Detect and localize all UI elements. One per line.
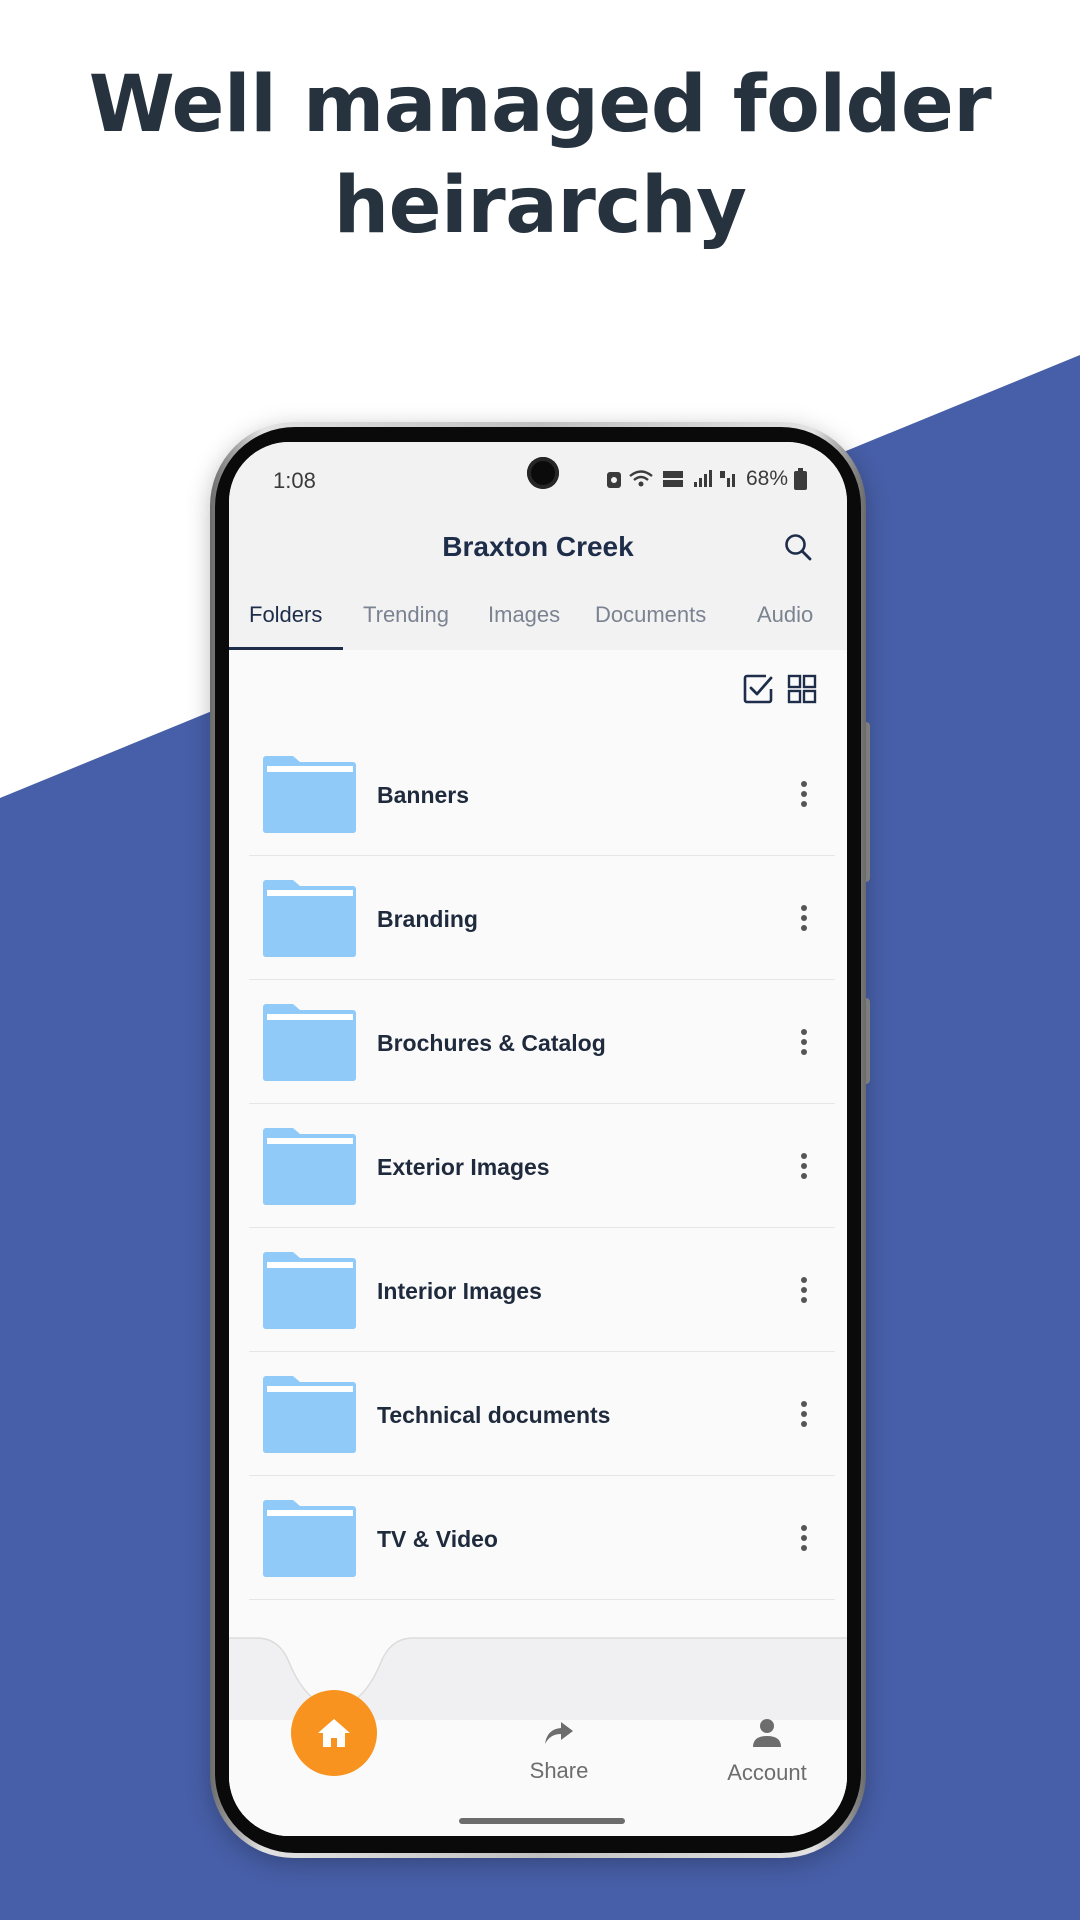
folder-icon bbox=[263, 1004, 356, 1081]
folder-row[interactable]: Brochures & Catalog bbox=[249, 980, 835, 1104]
folder-icon bbox=[263, 1128, 356, 1205]
folder-row[interactable]: Exterior Images bbox=[249, 1104, 835, 1228]
more-vertical-icon bbox=[801, 1401, 807, 1427]
search-button[interactable] bbox=[777, 526, 819, 568]
headline-line-2: heirarchy bbox=[333, 161, 747, 251]
folder-name: TV & Video bbox=[377, 1526, 498, 1552]
more-vertical-icon bbox=[801, 905, 807, 931]
tab-audio[interactable]: Audio bbox=[757, 602, 813, 628]
folder-icon bbox=[263, 1252, 356, 1329]
camera-icon bbox=[527, 457, 559, 489]
nav-share-label: Share bbox=[529, 1758, 589, 1783]
phone-screen: 1:08 68% Braxton Creek Folders Trending … bbox=[229, 442, 847, 1836]
nav-account[interactable]: Account bbox=[697, 1718, 837, 1786]
share-icon bbox=[545, 1722, 573, 1744]
folder-name: Exterior Images bbox=[377, 1154, 550, 1180]
more-options-button[interactable] bbox=[787, 1268, 821, 1312]
folder-icon bbox=[263, 756, 356, 833]
alarm-icon bbox=[606, 472, 621, 488]
more-options-button[interactable] bbox=[787, 896, 821, 940]
volte-icon bbox=[662, 471, 683, 487]
home-indicator bbox=[459, 1818, 625, 1824]
more-options-button[interactable] bbox=[787, 1144, 821, 1188]
battery-percent: 68% bbox=[745, 467, 788, 490]
tab-bar: Folders Trending Images Documents Audio bbox=[229, 590, 847, 650]
more-vertical-icon bbox=[801, 781, 807, 807]
view-tools bbox=[741, 672, 819, 706]
phone-bezel: 1:08 68% Braxton Creek Folders Trending … bbox=[215, 427, 861, 1853]
more-vertical-icon bbox=[801, 1153, 807, 1179]
account-icon bbox=[753, 1719, 781, 1747]
folder-row[interactable]: Technical documents bbox=[249, 1352, 835, 1476]
select-mode-button[interactable] bbox=[741, 672, 775, 706]
search-icon bbox=[785, 534, 812, 561]
folder-name: Brochures & Catalog bbox=[377, 1030, 606, 1056]
more-options-button[interactable] bbox=[787, 1020, 821, 1064]
app-title: Braxton Creek bbox=[442, 531, 634, 562]
folder-row[interactable]: TV & Video bbox=[249, 1476, 835, 1600]
app-header: Braxton Creek bbox=[229, 504, 847, 590]
more-vertical-icon bbox=[801, 1277, 807, 1303]
home-button[interactable] bbox=[291, 1690, 377, 1776]
tab-images[interactable]: Images bbox=[488, 602, 560, 628]
nav-account-label: Account bbox=[727, 1760, 807, 1785]
tab-documents[interactable]: Documents bbox=[595, 602, 706, 628]
folder-name: Banners bbox=[377, 782, 470, 808]
more-options-button[interactable] bbox=[787, 1516, 821, 1560]
status-time: 1:08 bbox=[273, 468, 316, 493]
more-vertical-icon bbox=[801, 1029, 807, 1055]
folder-icon bbox=[263, 1500, 356, 1577]
tab-trending[interactable]: Trending bbox=[363, 602, 449, 628]
wifi-icon bbox=[629, 470, 653, 487]
status-icons: 68% bbox=[606, 464, 807, 494]
status-bar: 1:08 68% bbox=[229, 442, 847, 504]
folder-list: Banners Branding Brochures & Catalog Exteri… bbox=[249, 732, 835, 1600]
folder-row[interactable]: Banners bbox=[249, 732, 835, 856]
home-icon bbox=[318, 1719, 350, 1747]
folder-row[interactable]: Interior Images bbox=[249, 1228, 835, 1352]
grid-view-button[interactable] bbox=[785, 672, 819, 706]
roaming-signal-icon bbox=[719, 471, 735, 487]
tab-folders[interactable]: Folders bbox=[249, 602, 322, 628]
more-options-button[interactable] bbox=[787, 1392, 821, 1436]
signal-icon bbox=[693, 470, 712, 487]
checkbox-select-icon bbox=[743, 674, 773, 704]
active-tab-indicator bbox=[229, 647, 343, 650]
grid-view-icon bbox=[787, 674, 817, 704]
folder-name: Technical documents bbox=[377, 1402, 611, 1428]
more-vertical-icon bbox=[801, 1525, 807, 1551]
battery-icon bbox=[794, 468, 807, 490]
folder-icon bbox=[263, 880, 356, 957]
folder-name: Interior Images bbox=[377, 1278, 542, 1304]
folder-row[interactable]: Branding bbox=[249, 856, 835, 980]
phone-frame: 1:08 68% Braxton Creek Folders Trending … bbox=[210, 422, 866, 1858]
headline-line-1: Well managed folder bbox=[88, 60, 992, 150]
headline: Well managed folder heirarchy bbox=[0, 55, 1080, 257]
more-options-button[interactable] bbox=[787, 772, 821, 816]
nav-share[interactable]: Share bbox=[499, 1720, 619, 1784]
folder-name: Branding bbox=[377, 906, 478, 932]
folder-icon bbox=[263, 1376, 356, 1453]
